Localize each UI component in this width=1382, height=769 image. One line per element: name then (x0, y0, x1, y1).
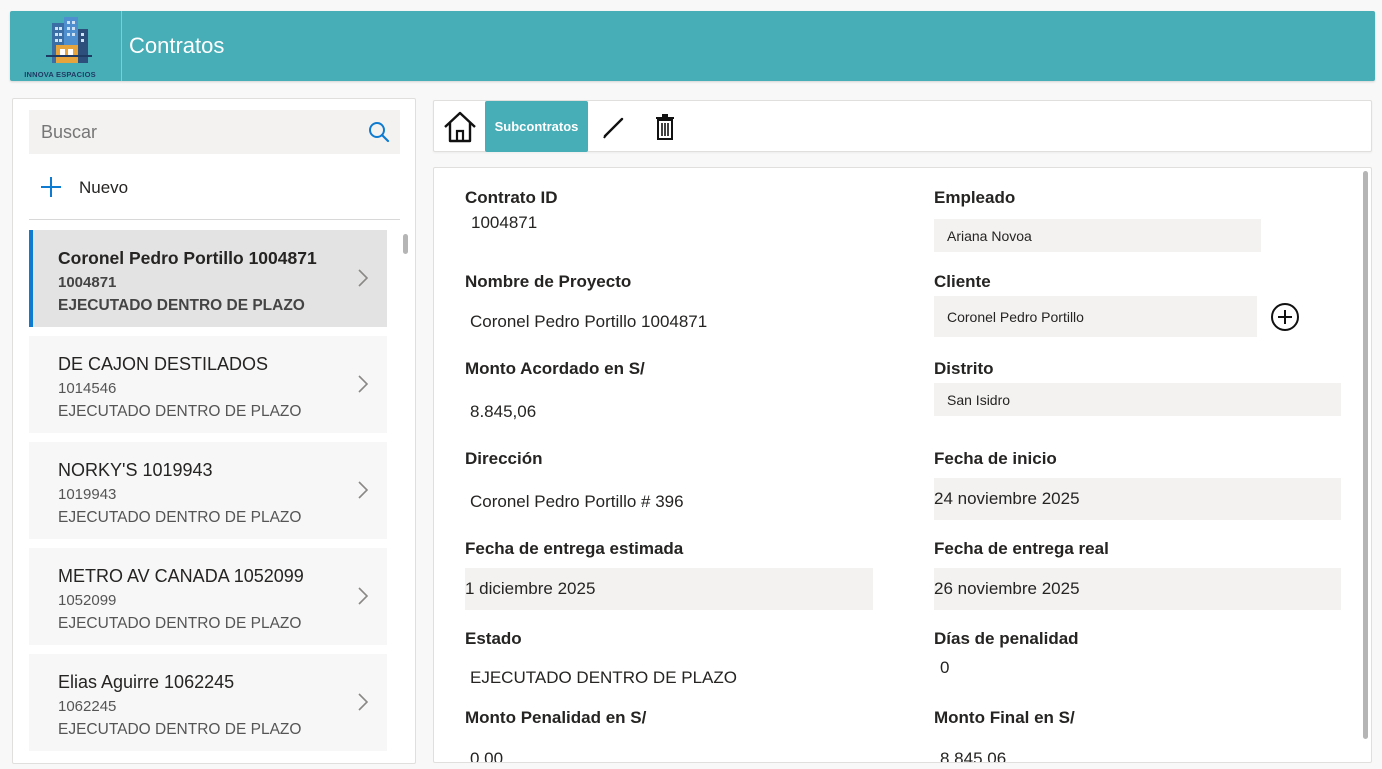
fecha-inicio-field[interactable]: 24 noviembre 2025 (934, 478, 1341, 520)
contract-detail-form: Contrato ID 1004871 Nombre de Proyecto C… (433, 167, 1372, 763)
fecha-entrega-real-field[interactable]: 26 noviembre 2025 (934, 568, 1341, 610)
page-title: Contratos (129, 33, 225, 58)
chevron-right-icon (358, 587, 369, 605)
chevron-right-icon (358, 375, 369, 393)
distrito-label: Distrito (934, 359, 994, 378)
search-box (29, 110, 400, 154)
search-input[interactable] (29, 110, 349, 154)
contrato-id-label: Contrato ID (465, 188, 558, 207)
list-item-status: EJECUTADO DENTRO DE PLAZO (58, 721, 302, 738)
list-item-status: EJECUTADO DENTRO DE PLAZO (58, 615, 302, 632)
list-item-id: 1004871 (58, 274, 117, 291)
plus-icon (41, 177, 61, 197)
list-item-status: EJECUTADO DENTRO DE PLAZO (58, 509, 302, 526)
app-header: INNOVA ESPACIOS Contratos (10, 11, 1375, 81)
list-item[interactable]: Elias Aguirre 1062245 1062245 EJECUTADO … (29, 654, 387, 751)
list-item-title: Elias Aguirre 1062245 (58, 672, 235, 692)
list-item[interactable]: NORKY'S 1019943 1019943 EJECUTADO DENTRO… (29, 442, 387, 539)
chevron-right-icon (358, 481, 369, 499)
fecha-inicio-label: Fecha de inicio (934, 449, 1057, 468)
dias-penalidad-label: Días de penalidad (934, 629, 1079, 648)
list-item[interactable]: DE CAJON DESTILADOS 1014546 EJECUTADO DE… (29, 336, 387, 433)
monto-penalidad-value: 0,00 (470, 749, 504, 763)
list-item-id: 1052099 (58, 592, 117, 609)
search-icon[interactable] (368, 121, 390, 143)
direccion-label: Dirección (465, 449, 543, 468)
monto-acordado-value: 8.845,06 (470, 402, 537, 421)
list-item-title: Coronel Pedro Portillo 1004871 (58, 248, 317, 268)
building-logo-icon (46, 17, 92, 63)
edit-pencil-icon[interactable] (600, 113, 628, 141)
new-contract-label: Nuevo (79, 178, 129, 197)
monto-final-value: 8.845,06 (940, 749, 1007, 763)
empleado-field[interactable]: Ariana Novoa (934, 219, 1261, 252)
chevron-right-icon (358, 269, 369, 287)
list-item-status: EJECUTADO DENTRO DE PLAZO (58, 297, 305, 314)
empleado-label: Empleado (934, 188, 1016, 207)
home-icon[interactable] (442, 109, 478, 145)
distrito-field[interactable]: San Isidro (934, 383, 1341, 416)
estado-label: Estado (465, 629, 522, 648)
fecha-entrega-estimada-field[interactable]: 1 diciembre 2025 (465, 568, 873, 610)
divider (29, 219, 400, 220)
company-logo: INNOVA ESPACIOS (10, 11, 122, 81)
nombre-proyecto-label: Nombre de Proyecto (465, 272, 632, 291)
list-item-id: 1014546 (58, 380, 117, 397)
list-item-id: 1062245 (58, 698, 117, 715)
list-item[interactable]: Coronel Pedro Portillo 1004871 1004871 E… (29, 230, 387, 327)
cliente-field[interactable]: Coronel Pedro Portillo (934, 296, 1257, 337)
cliente-label: Cliente (934, 272, 991, 291)
contracts-list-panel: Nuevo Coronel Pedro Portillo 1004871 100… (12, 98, 416, 764)
logo-text: INNOVA ESPACIOS (24, 70, 96, 79)
monto-penalidad-label: Monto Penalidad en S/ (465, 708, 647, 727)
dias-penalidad-value: 0 (940, 658, 950, 677)
contracts-list: Coronel Pedro Portillo 1004871 1004871 E… (29, 230, 388, 760)
nombre-proyecto-value: Coronel Pedro Portillo 1004871 (470, 312, 708, 331)
detail-toolbar: Subcontratos (433, 100, 1372, 152)
add-circle-icon[interactable] (1270, 302, 1300, 332)
fecha-entrega-estimada-label: Fecha de entrega estimada (465, 539, 684, 558)
list-item[interactable]: METRO AV CANADA 1052099 1052099 EJECUTAD… (29, 548, 387, 645)
list-item-id: 1019943 (58, 486, 117, 503)
chevron-right-icon (358, 693, 369, 711)
fecha-entrega-real-label: Fecha de entrega real (934, 539, 1109, 558)
list-item-title: METRO AV CANADA 1052099 (58, 566, 304, 586)
list-scrollbar[interactable] (403, 234, 408, 254)
monto-acordado-label: Monto Acordado en S/ (465, 359, 645, 378)
list-item-status: EJECUTADO DENTRO DE PLAZO (58, 403, 302, 420)
list-item-title: DE CAJON DESTILADOS (58, 354, 269, 374)
list-item-title: NORKY'S 1019943 (58, 460, 213, 480)
new-contract-button[interactable]: Nuevo (29, 169, 400, 209)
monto-final-label: Monto Final en S/ (934, 708, 1075, 727)
estado-value: EJECUTADO DENTRO DE PLAZO (470, 668, 737, 687)
direccion-value: Coronel Pedro Portillo # 396 (470, 492, 684, 511)
form-scrollbar[interactable] (1363, 171, 1368, 739)
subcontratos-button[interactable]: Subcontratos (485, 101, 588, 152)
trash-icon[interactable] (653, 113, 677, 141)
contrato-id-value: 1004871 (471, 213, 538, 232)
